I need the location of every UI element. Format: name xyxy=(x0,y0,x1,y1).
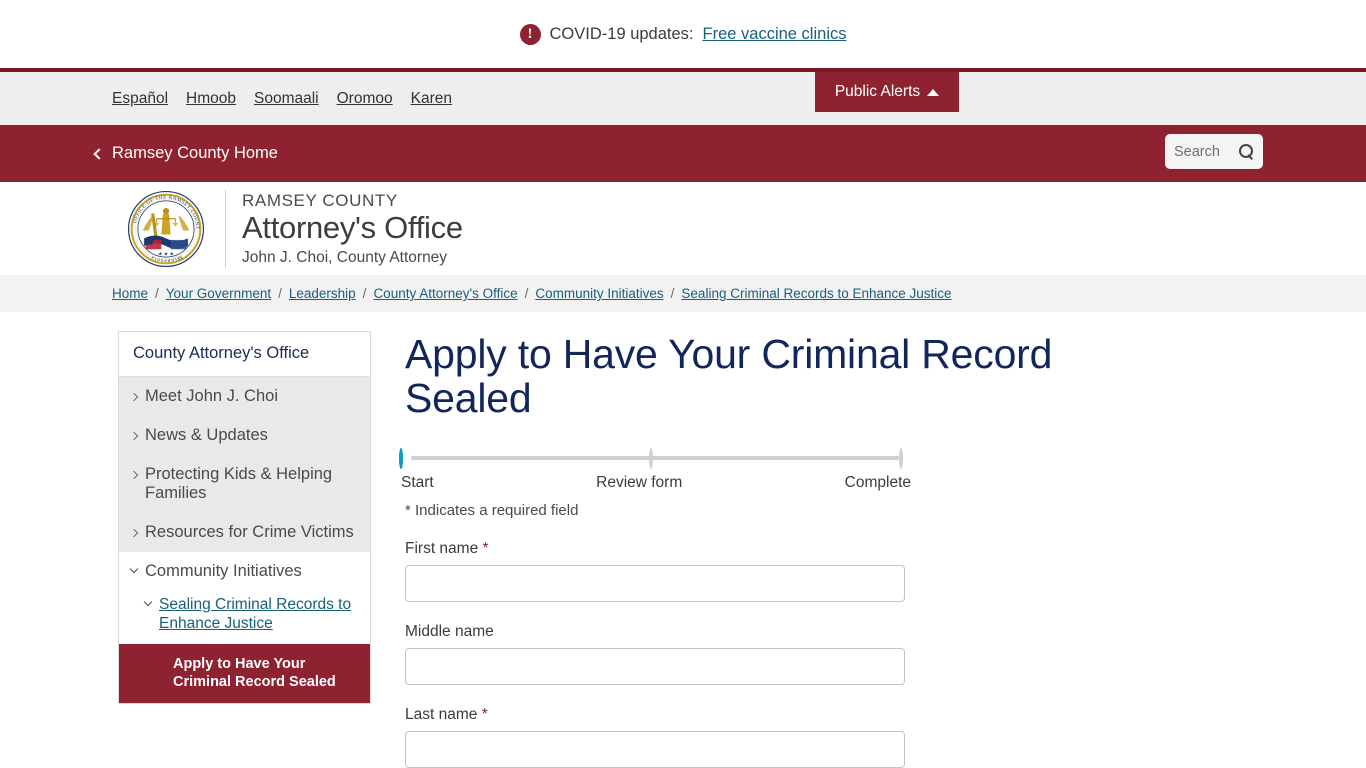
search-icon[interactable] xyxy=(1239,144,1254,159)
sidebar-item-sealing-criminal-records[interactable]: Sealing Criminal Records to Enhance Just… xyxy=(119,591,370,644)
identity-divider xyxy=(225,189,226,268)
main-content: Apply to Have Your Criminal Record Seale… xyxy=(399,331,1145,768)
breadcrumb: Home / Your Government / Leadership / Co… xyxy=(112,286,952,301)
breadcrumb-item-your-government[interactable]: Your Government xyxy=(166,286,271,301)
sidebar-item-apply-to-have-record-sealed[interactable]: Apply to Have Your Criminal Record Seale… xyxy=(119,643,370,703)
covid-alert-text: COVID-19 updates: xyxy=(549,24,694,43)
svg-text:★ ★ ★: ★ ★ ★ xyxy=(158,251,175,257)
alert-circle-icon: ! xyxy=(519,23,541,45)
middle-name-input[interactable] xyxy=(405,647,905,685)
language-link-soomaali[interactable]: Soomaali xyxy=(254,90,319,108)
breadcrumb-item-sealing-criminal-records[interactable]: Sealing Criminal Records to Enhance Just… xyxy=(681,286,951,301)
last-name-label-text: Last name xyxy=(405,705,478,723)
language-link-oromoo[interactable]: Oromoo xyxy=(337,90,393,108)
chevron-right-icon xyxy=(129,528,139,538)
breadcrumb-item-community-initiatives[interactable]: Community Initiatives xyxy=(535,286,663,301)
free-vaccine-clinics-link[interactable]: Free vaccine clinics xyxy=(703,25,847,44)
first-name-input[interactable] xyxy=(405,564,905,602)
page-title: Apply to Have Your Criminal Record Seale… xyxy=(405,331,1053,422)
sidebar-item-label: News & Updates xyxy=(145,426,268,444)
stepper-label-complete: Complete xyxy=(844,473,911,491)
public-alerts-button[interactable]: Public Alerts xyxy=(815,72,959,112)
chevron-right-icon xyxy=(129,431,139,441)
chevron-right-icon xyxy=(129,392,139,402)
sidebar-subitem-label[interactable]: Sealing Criminal Records to Enhance Just… xyxy=(159,595,354,634)
sidebar-item-meet-john-j-choi[interactable]: Meet John J. Choi xyxy=(119,377,370,416)
identity-office-name: Attorney's Office xyxy=(242,209,463,245)
language-link-espanol[interactable]: Español xyxy=(112,90,168,108)
search-input[interactable]: Search xyxy=(1174,144,1234,160)
required-field-note: * Indicates a required field xyxy=(405,501,579,519)
breadcrumb-bar: Home / Your Government / Leadership / Co… xyxy=(0,275,1366,312)
chevron-right-icon xyxy=(129,470,139,480)
stepper-dot-start[interactable] xyxy=(399,447,403,469)
sidebar-item-news-updates[interactable]: News & Updates xyxy=(119,416,370,455)
stepper-dots xyxy=(399,447,905,469)
language-link-karen[interactable]: Karen xyxy=(411,90,452,108)
field-first-name: First name * xyxy=(405,540,1145,602)
breadcrumb-item-home[interactable]: Home xyxy=(112,286,148,301)
language-bar: Español Hmoob Soomaali Oromoo Karen Publ… xyxy=(0,72,1366,125)
covid-alert-bar: ! COVID-19 updates: Free vaccine clinics xyxy=(0,0,1366,72)
breadcrumb-separator: / xyxy=(670,286,675,301)
breadcrumb-separator: / xyxy=(524,286,529,301)
ramsey-county-home-label: Ramsey County Home xyxy=(112,144,278,162)
middle-name-label: Middle name xyxy=(405,623,494,640)
stepper-dot-review-form[interactable] xyxy=(649,447,653,469)
ramsey-county-home-link[interactable]: Ramsey County Home xyxy=(93,144,278,163)
chevron-down-icon xyxy=(143,597,153,607)
last-name-input[interactable] xyxy=(405,730,905,768)
last-name-label: Last name * xyxy=(405,706,488,723)
sidebar-navigation: County Attorney's Office Meet John J. Ch… xyxy=(118,331,371,704)
identity-county-name: RAMSEY COUNTY xyxy=(242,190,398,210)
page-body: County Attorney's Office Meet John J. Ch… xyxy=(0,312,1366,768)
breadcrumb-separator: / xyxy=(278,286,282,301)
breadcrumb-item-leadership[interactable]: Leadership xyxy=(289,286,356,301)
first-name-label-text: First name xyxy=(405,539,479,557)
stepper-dot-complete[interactable] xyxy=(899,447,903,469)
field-middle-name: Middle name xyxy=(405,623,1145,685)
breadcrumb-separator: / xyxy=(155,286,159,301)
sidebar-title: County Attorney's Office xyxy=(119,332,370,377)
stepper-label-start: Start xyxy=(401,473,434,491)
chevron-left-icon xyxy=(93,148,105,160)
language-links: Español Hmoob Soomaali Oromoo Karen xyxy=(112,90,452,108)
sidebar-item-protecting-kids-helping-families[interactable]: Protecting Kids & Helping Families xyxy=(119,455,370,513)
site-identity: OFFICE OF THE RAMSEY COUNTY ATTORNEY Min… xyxy=(0,182,1366,275)
caret-up-icon xyxy=(927,88,940,96)
language-link-hmoob[interactable]: Hmoob xyxy=(186,90,236,108)
field-last-name: Last name * xyxy=(405,706,1145,768)
form-progress-stepper: Start Review form Complete xyxy=(399,447,911,492)
search-box[interactable]: Search xyxy=(1165,134,1263,169)
identity-text: RAMSEY COUNTY Attorney's Office John J. … xyxy=(242,192,463,266)
sidebar-item-label: Meet John J. Choi xyxy=(145,387,278,405)
first-name-label: First name * xyxy=(405,540,489,557)
breadcrumb-separator: / xyxy=(362,286,367,301)
sidebar-item-community-initiatives[interactable]: Community Initiatives xyxy=(119,552,370,591)
stepper-label-review-form: Review form xyxy=(596,473,683,491)
stepper-labels: Start Review form Complete xyxy=(401,473,911,492)
required-asterisk: * xyxy=(482,539,489,557)
primary-nav-bar: Ramsey County Home Search xyxy=(0,125,1366,182)
public-alerts-label: Public Alerts xyxy=(834,83,921,100)
identity-attorney-name: John J. Choi, County Attorney xyxy=(242,248,448,266)
sidebar-item-label: Protecting Kids & Helping Families xyxy=(145,465,333,502)
sidebar-item-label: Community Initiatives xyxy=(145,562,302,580)
middle-name-label-text: Middle name xyxy=(405,622,494,640)
ramsey-county-attorney-seal: OFFICE OF THE RAMSEY COUNTY ATTORNEY Min… xyxy=(127,190,205,267)
sidebar-group-community-initiatives: Community Initiatives Sealing Criminal R… xyxy=(119,552,370,644)
covid-alert-content: ! COVID-19 updates: Free vaccine clinics xyxy=(519,23,847,45)
sidebar-item-label: Resources for Crime Victims xyxy=(145,523,354,541)
required-asterisk: * xyxy=(481,705,488,723)
sidebar-item-resources-for-crime-victims[interactable]: Resources for Crime Victims xyxy=(119,513,370,552)
breadcrumb-item-county-attorneys-office[interactable]: County Attorney's Office xyxy=(373,286,517,301)
chevron-down-icon xyxy=(129,564,139,574)
